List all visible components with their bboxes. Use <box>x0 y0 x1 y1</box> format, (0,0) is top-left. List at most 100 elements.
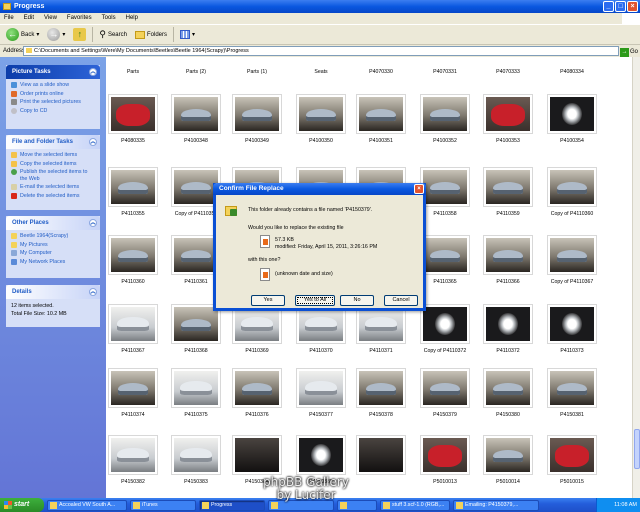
menu-help[interactable]: Help <box>126 13 138 24</box>
place-network-places[interactable]: My Network Places <box>11 258 95 266</box>
place-my-computer[interactable]: My Computer <box>11 250 95 257</box>
photo-thumbnail[interactable] <box>420 94 470 134</box>
photo-thumbnail[interactable] <box>171 94 221 134</box>
file-label[interactable]: P4150380 <box>473 412 543 419</box>
picture-tasks-header[interactable]: Picture Tasks ︽ <box>6 65 100 79</box>
menu-file[interactable]: File <box>4 13 14 24</box>
no-button[interactable]: No <box>340 295 374 306</box>
photo-thumbnail[interactable] <box>108 304 158 344</box>
file-label[interactable]: Copy of P4110372 <box>410 348 480 355</box>
menu-tools[interactable]: Tools <box>102 13 116 24</box>
file-label[interactable]: P4110359 <box>473 211 543 218</box>
taskbar-item[interactable]: iTunes <box>130 499 196 511</box>
file-label[interactable]: P4150383 <box>161 479 231 486</box>
details-header[interactable]: Details ︽ <box>6 285 100 299</box>
photo-thumbnail[interactable] <box>171 435 221 475</box>
views-button[interactable]: ▾ <box>178 26 197 43</box>
photo-thumbnail[interactable] <box>296 435 346 475</box>
photo-thumbnail[interactable] <box>420 167 470 207</box>
file-label[interactable]: P4110374 <box>106 412 168 419</box>
file-label[interactable]: P4110371 <box>346 348 416 355</box>
file-label[interactable]: P4110368 <box>161 348 231 355</box>
photo-thumbnail[interactable] <box>483 167 533 207</box>
up-folder-button[interactable]: ↑ <box>71 26 88 43</box>
file-label[interactable]: P4150379 <box>410 412 480 419</box>
file-folder-tasks-header[interactable]: File and Folder Tasks ︽ <box>6 135 100 149</box>
publish-items-link[interactable]: Publish the selected items to the Web <box>11 169 95 182</box>
minimize-button[interactable]: _ <box>603 1 614 12</box>
file-label[interactable]: P4100351 <box>346 138 416 145</box>
collapse-icon[interactable]: ︽ <box>89 138 97 146</box>
file-label[interactable]: P4080334 <box>537 69 607 76</box>
photo-thumbnail[interactable] <box>547 167 597 207</box>
place-beetle-folder[interactable]: Beetle 1964(Scrapy) <box>11 233 95 240</box>
photo-thumbnail[interactable] <box>547 304 597 344</box>
photo-thumbnail[interactable] <box>547 435 597 475</box>
close-button[interactable]: × <box>627 1 638 12</box>
photo-thumbnail[interactable] <box>547 368 597 408</box>
taskbar-item[interactable]: stuff 3.scf-1.0 (RGB,... <box>380 499 450 511</box>
photo-thumbnail[interactable] <box>232 94 282 134</box>
file-label[interactable]: P4110373 <box>537 348 607 355</box>
file-label[interactable]: P5010014 <box>473 479 543 486</box>
taskbar-item[interactable]: Accoaled VW South A... <box>47 499 127 511</box>
photo-thumbnail[interactable] <box>356 94 406 134</box>
photo-thumbnail[interactable] <box>356 435 406 475</box>
delete-items-link[interactable]: Delete the selected items <box>11 192 95 200</box>
photo-thumbnail[interactable] <box>108 235 158 275</box>
file-label[interactable]: Copy of P4110360 <box>537 211 607 218</box>
photo-thumbnail[interactable] <box>232 435 282 475</box>
photo-thumbnail[interactable] <box>483 304 533 344</box>
file-label[interactable]: P4100353 <box>473 138 543 145</box>
file-label[interactable]: P4100354 <box>537 138 607 145</box>
file-label[interactable]: P4070333 <box>473 69 543 76</box>
photo-thumbnail[interactable] <box>547 235 597 275</box>
photo-thumbnail[interactable] <box>108 435 158 475</box>
photo-thumbnail[interactable] <box>483 435 533 475</box>
slideshow-link[interactable]: View as a slide show <box>11 82 95 89</box>
move-items-link[interactable]: Move the selected items <box>11 152 95 159</box>
search-button[interactable]: ⚲ Search <box>97 26 129 43</box>
scrollbar-thumb[interactable] <box>634 429 640 469</box>
file-label[interactable]: P4070330 <box>346 69 416 76</box>
back-button[interactable]: ← Back ▾ <box>4 26 41 43</box>
photo-thumbnail[interactable] <box>547 94 597 134</box>
yes-button[interactable]: Yes <box>251 295 285 306</box>
maximize-button[interactable]: □ <box>615 1 626 12</box>
collapse-icon[interactable]: ︽ <box>89 219 97 227</box>
collapse-icon[interactable]: ︽ <box>89 288 97 296</box>
photo-thumbnail[interactable] <box>356 368 406 408</box>
print-pictures-link[interactable]: Print the selected pictures <box>11 99 95 106</box>
taskbar-item[interactable]: Emailing: P4150379,... <box>453 499 539 511</box>
file-label[interactable]: P4110355 <box>106 211 168 218</box>
copy-items-link[interactable]: Copy the selected items <box>11 160 95 168</box>
collapse-icon[interactable]: ︽ <box>89 68 97 76</box>
file-label[interactable]: P4110369 <box>222 348 292 355</box>
vertical-scrollbar[interactable] <box>632 57 640 498</box>
file-label[interactable]: P4110366 <box>473 279 543 286</box>
photo-thumbnail[interactable] <box>232 368 282 408</box>
order-prints-link[interactable]: Order prints online <box>11 90 95 98</box>
file-label[interactable]: P4110360 <box>106 279 168 286</box>
photo-thumbnail[interactable] <box>420 435 470 475</box>
file-label[interactable]: P4070331 <box>410 69 480 76</box>
copy-to-cd-link[interactable]: Copy to CD <box>11 107 95 115</box>
file-label[interactable]: Parts <box>106 69 168 76</box>
folders-button[interactable]: Folders <box>133 26 169 43</box>
photo-thumbnail[interactable] <box>296 94 346 134</box>
yes-to-all-button[interactable]: Yes to All <box>295 295 335 306</box>
file-label[interactable]: P5010013 <box>410 479 480 486</box>
file-label[interactable]: P4110376 <box>222 412 292 419</box>
file-label[interactable]: P5010015 <box>537 479 607 486</box>
file-label[interactable]: P4110367 <box>106 348 168 355</box>
file-label[interactable]: P4150381 <box>537 412 607 419</box>
dialog-close-button[interactable]: × <box>414 184 424 194</box>
email-items-link[interactable]: E-mail the selected items <box>11 184 95 191</box>
file-label[interactable]: P4100352 <box>410 138 480 145</box>
photo-thumbnail[interactable] <box>108 368 158 408</box>
file-label[interactable]: P4110375 <box>161 412 231 419</box>
menu-favorites[interactable]: Favorites <box>67 13 92 24</box>
photo-thumbnail[interactable] <box>420 304 470 344</box>
photo-thumbnail[interactable] <box>483 368 533 408</box>
file-label[interactable]: P4080335 <box>106 138 168 145</box>
